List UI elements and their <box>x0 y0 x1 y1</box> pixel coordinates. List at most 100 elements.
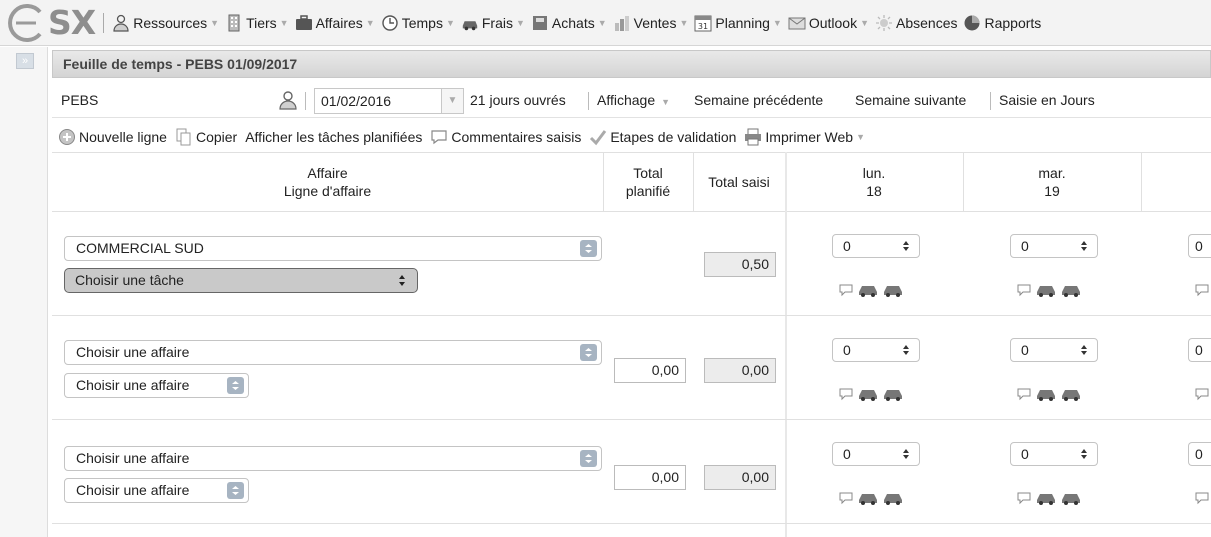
day-action-icons <box>1194 282 1211 298</box>
menu-rapports[interactable]: Rapports <box>963 14 1041 32</box>
day-value: 0 <box>1021 342 1029 358</box>
app-logo[interactable]: SX <box>48 3 96 42</box>
menu-achats[interactable]: Achats ▼ <box>531 14 607 32</box>
column-total-entered-label: Total saisi <box>708 174 770 190</box>
comment-icon[interactable] <box>1194 282 1210 298</box>
previous-week-link[interactable]: Semaine précédente <box>694 92 823 108</box>
comment-icon <box>430 128 448 146</box>
car-icon[interactable] <box>1035 387 1057 401</box>
affaire-select[interactable]: Choisir une affaire <box>64 340 602 365</box>
menu-tiers[interactable]: Tiers ▼ <box>225 14 289 32</box>
menu-temps[interactable]: Temps ▼ <box>381 14 455 32</box>
task-select-value: Choisir une tâche <box>75 272 184 288</box>
validation-steps-button[interactable]: Etapes de validation <box>589 128 736 146</box>
affaire-line-select[interactable]: Choisir une affaire <box>64 478 249 503</box>
toolbar-divider <box>305 92 306 110</box>
task-select[interactable]: Choisir une tâche <box>64 268 418 293</box>
menu-frais[interactable]: Frais ▼ <box>461 14 525 32</box>
car-icon[interactable] <box>857 491 879 505</box>
comments-button[interactable]: Commentaires saisis <box>430 128 581 146</box>
column-day-tuesday-name: mar. <box>1038 165 1066 181</box>
expand-sidebar-icon[interactable]: » <box>16 53 34 69</box>
new-line-button[interactable]: Nouvelle ligne <box>58 128 167 146</box>
show-planned-tasks-button[interactable]: Afficher les tâches planifiées <box>245 129 422 145</box>
affaire-line-select-value: Choisir une affaire <box>76 377 190 393</box>
car-icon[interactable] <box>1060 283 1082 297</box>
day-tuesday-select[interactable]: 0 <box>1010 338 1098 362</box>
car-icon[interactable] <box>882 283 904 297</box>
working-days-label: 21 jours ouvrés <box>470 92 566 108</box>
day-tuesday-select[interactable]: 0 <box>1010 234 1098 258</box>
pie-icon <box>963 14 981 32</box>
clock-icon <box>381 14 399 32</box>
add-circle-icon <box>58 128 76 146</box>
comment-icon[interactable] <box>1194 490 1210 506</box>
car-icon[interactable] <box>1035 491 1057 505</box>
day-value: 0 <box>1021 238 1029 254</box>
affaire-select[interactable]: Choisir une affaire <box>64 446 602 471</box>
chevron-down-icon: ▼ <box>856 132 865 142</box>
day-action-icons <box>838 386 907 402</box>
menu-affaires[interactable]: Affaires ▼ <box>295 14 375 32</box>
day-value: 0 <box>1021 446 1029 462</box>
car-icon[interactable] <box>882 387 904 401</box>
menu-ressources[interactable]: Ressources ▼ <box>112 14 219 32</box>
next-week-link[interactable]: Semaine suivante <box>855 92 966 108</box>
car-icon[interactable] <box>1035 283 1057 297</box>
chart-icon <box>613 14 631 32</box>
menu-ventes[interactable]: Ventes ▼ <box>613 14 688 32</box>
copy-button[interactable]: Copier <box>175 128 237 146</box>
comment-icon[interactable] <box>1016 386 1032 402</box>
car-icon[interactable] <box>857 283 879 297</box>
chevron-down-icon: ▼ <box>365 17 375 28</box>
comment-icon[interactable] <box>838 386 854 402</box>
chevron-down-icon: ▼ <box>772 17 782 28</box>
affaire-line-select[interactable]: Choisir une affaire <box>64 373 249 398</box>
comment-icon[interactable] <box>1016 490 1032 506</box>
entry-mode-link[interactable]: Saisie en Jours <box>999 92 1095 108</box>
column-day-tuesday: mar. 19 <box>963 153 1141 211</box>
mail-icon <box>788 14 806 32</box>
display-menu[interactable]: Affichage ▼ <box>597 92 670 108</box>
car-icon[interactable] <box>1060 491 1082 505</box>
up-down-arrows-icon <box>397 269 407 301</box>
chevron-down-icon: ▼ <box>597 17 607 28</box>
select-user-icon[interactable] <box>278 90 298 113</box>
menu-absences[interactable]: Absences <box>875 14 957 32</box>
car-icon[interactable] <box>857 387 879 401</box>
column-day-tuesday-number: 19 <box>1044 183 1060 199</box>
table-row: COMMERCIAL SUD Choisir une tâche 0,50 0 … <box>52 212 1211 316</box>
day-wednesday-select[interactable]: 0 <box>1188 338 1211 362</box>
day-monday-select[interactable]: 0 <box>832 442 920 466</box>
affaire-select-value: Choisir une affaire <box>76 450 190 466</box>
panel-title: Feuille de temps - PEBS 01/09/2017 <box>52 50 1211 78</box>
select-spinner-icon <box>227 377 244 394</box>
display-menu-label: Affichage <box>597 92 656 108</box>
car-icon[interactable] <box>882 491 904 505</box>
day-wednesday-select[interactable]: 0 <box>1188 234 1211 258</box>
date-dropdown-icon[interactable]: ▼ <box>442 88 464 114</box>
comment-icon[interactable] <box>1194 386 1210 402</box>
day-wednesday-select[interactable]: 0 <box>1188 442 1211 466</box>
comment-icon[interactable] <box>838 282 854 298</box>
up-down-arrows-icon <box>902 235 910 259</box>
day-monday-select[interactable]: 0 <box>832 234 920 258</box>
day-monday-select[interactable]: 0 <box>832 338 920 362</box>
affaire-select[interactable]: COMMERCIAL SUD <box>64 236 602 261</box>
car-icon[interactable] <box>1060 387 1082 401</box>
menu-achats-label: Achats <box>551 14 595 31</box>
comment-icon[interactable] <box>1016 282 1032 298</box>
print-web-button[interactable]: Imprimer Web ▼ <box>744 128 865 146</box>
menu-planning[interactable]: 31 Planning ▼ <box>694 14 782 32</box>
select-spinner-icon <box>580 344 597 361</box>
svg-text:31: 31 <box>698 22 708 31</box>
column-divider <box>1141 152 1142 212</box>
date-field[interactable]: 01/02/2016 <box>314 88 442 114</box>
building-icon <box>225 14 243 32</box>
menu-outlook[interactable]: Outlook ▼ <box>788 14 869 32</box>
total-entered-value: 0,50 <box>704 252 776 277</box>
day-tuesday-select[interactable]: 0 <box>1010 442 1098 466</box>
new-line-label: Nouvelle ligne <box>79 129 167 145</box>
comment-icon[interactable] <box>838 490 854 506</box>
menu-rapports-label: Rapports <box>984 14 1042 31</box>
